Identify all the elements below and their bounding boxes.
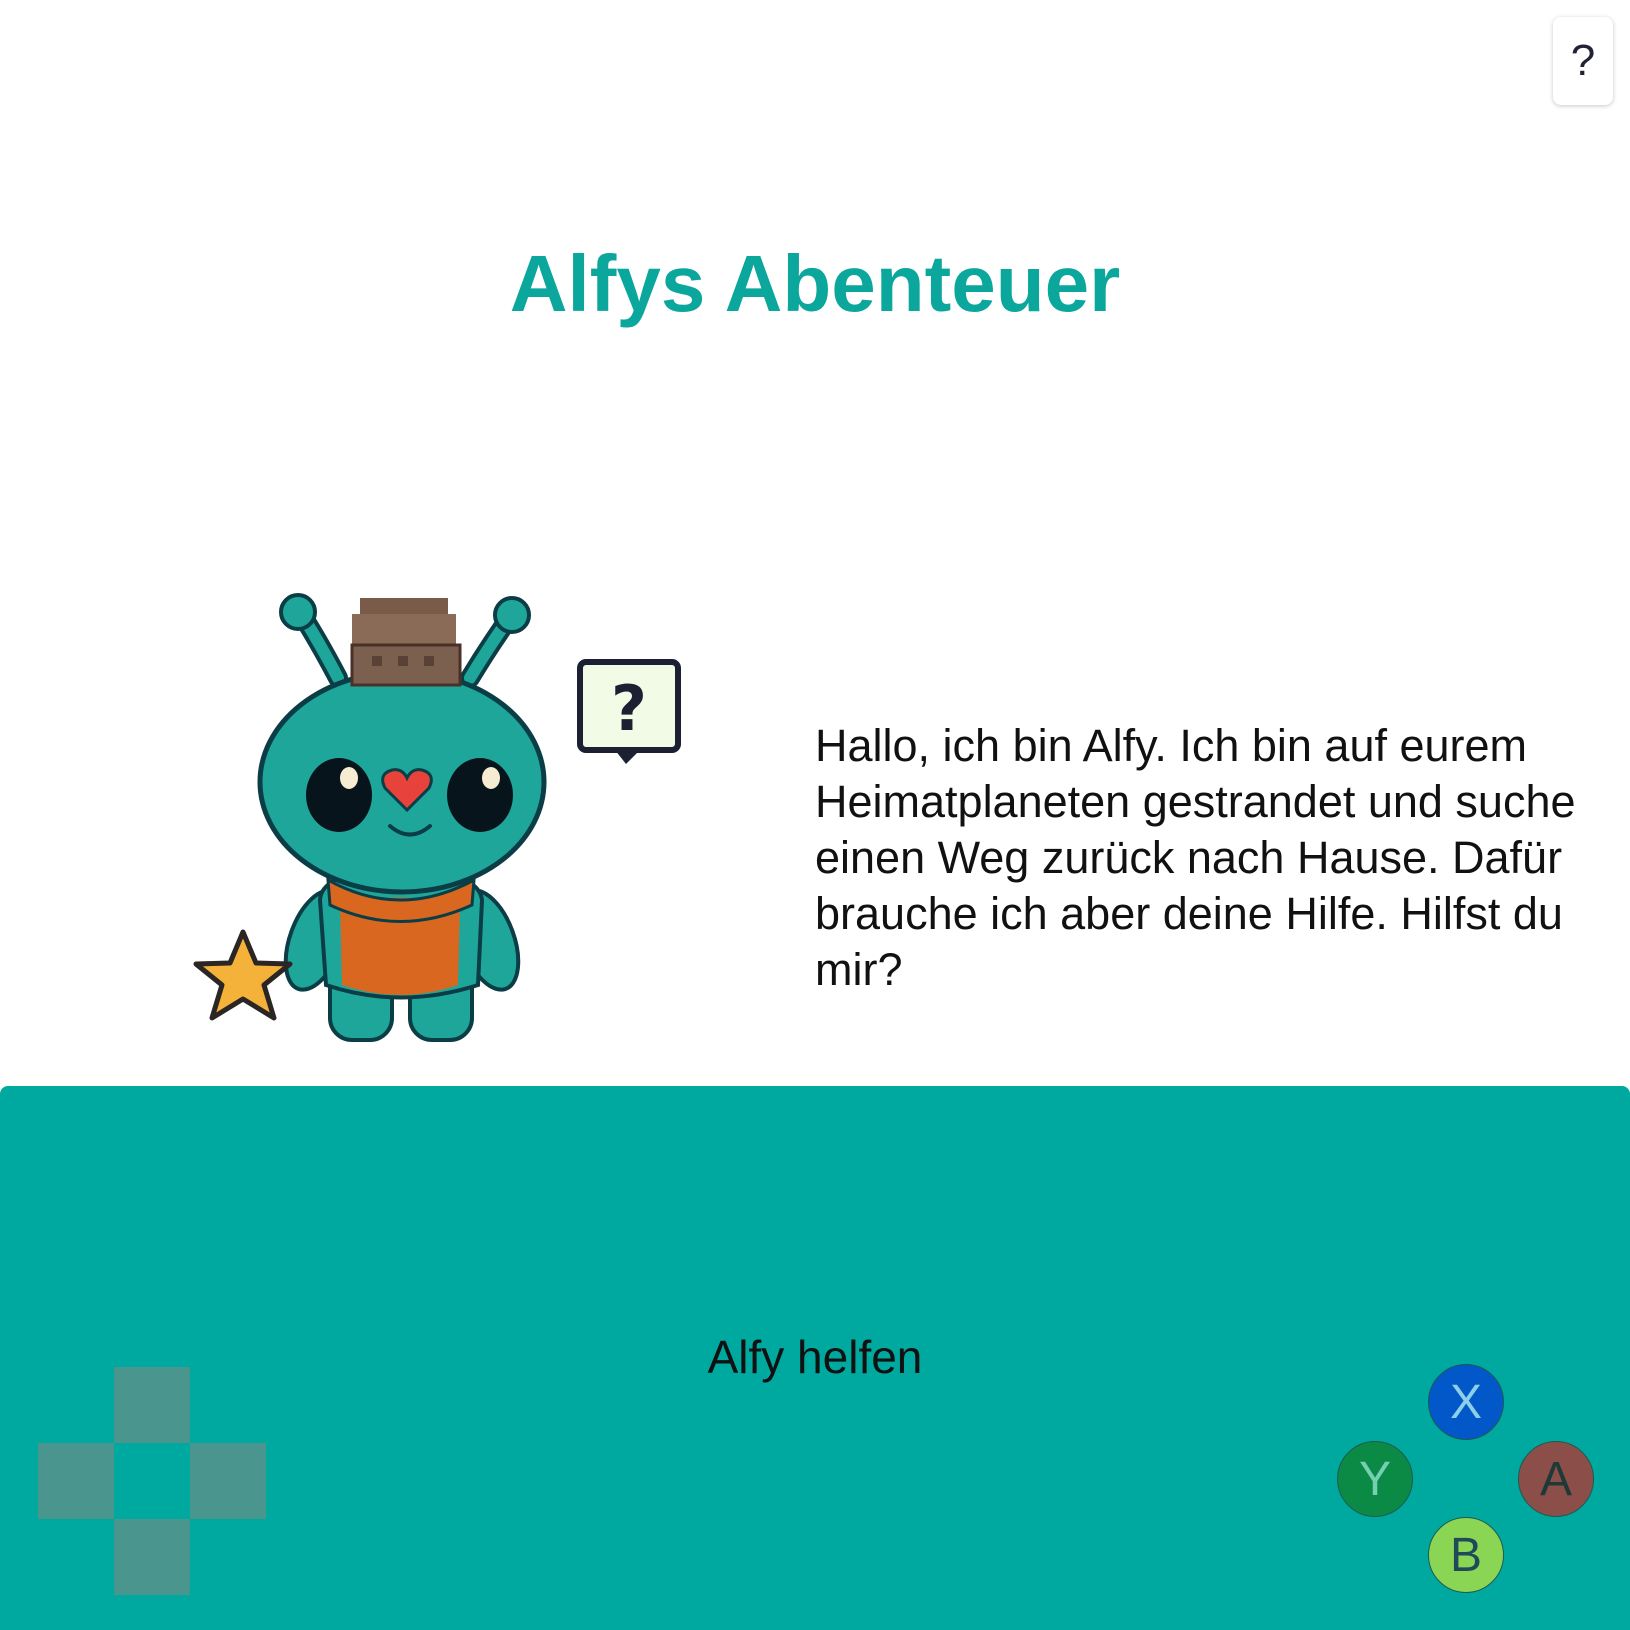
- story-text: Hallo, ich bin Alfy. Ich bin auf eurem H…: [815, 720, 1576, 995]
- dpad-up[interactable]: [114, 1367, 190, 1443]
- svg-text:?: ?: [611, 672, 647, 745]
- help-alfy-action[interactable]: Alfy helfen: [0, 1330, 1630, 1384]
- star-icon: [193, 929, 293, 1021]
- dpad-center: [114, 1443, 190, 1519]
- antenna-left: [279, 593, 348, 688]
- alien-character: ?: [193, 593, 681, 1042]
- dpad-down[interactable]: [114, 1519, 190, 1595]
- question-speech-bubble-icon: ?: [577, 659, 681, 764]
- a-button[interactable]: A: [1518, 1441, 1594, 1517]
- y-button[interactable]: Y: [1337, 1441, 1413, 1517]
- hat-icon: [350, 598, 462, 687]
- help-button[interactable]: ?: [1553, 17, 1613, 105]
- dpad-left[interactable]: [38, 1443, 114, 1519]
- dpad-right[interactable]: [190, 1443, 266, 1519]
- antenna-right: [460, 596, 531, 688]
- page-title: Alfys Abenteuer: [509, 239, 1121, 328]
- b-button[interactable]: B: [1428, 1517, 1504, 1593]
- x-button[interactable]: X: [1428, 1364, 1504, 1440]
- game-screen: ? Alfys Abenteuer ? Hallo, ich bin Alfy.…: [0, 0, 1630, 1630]
